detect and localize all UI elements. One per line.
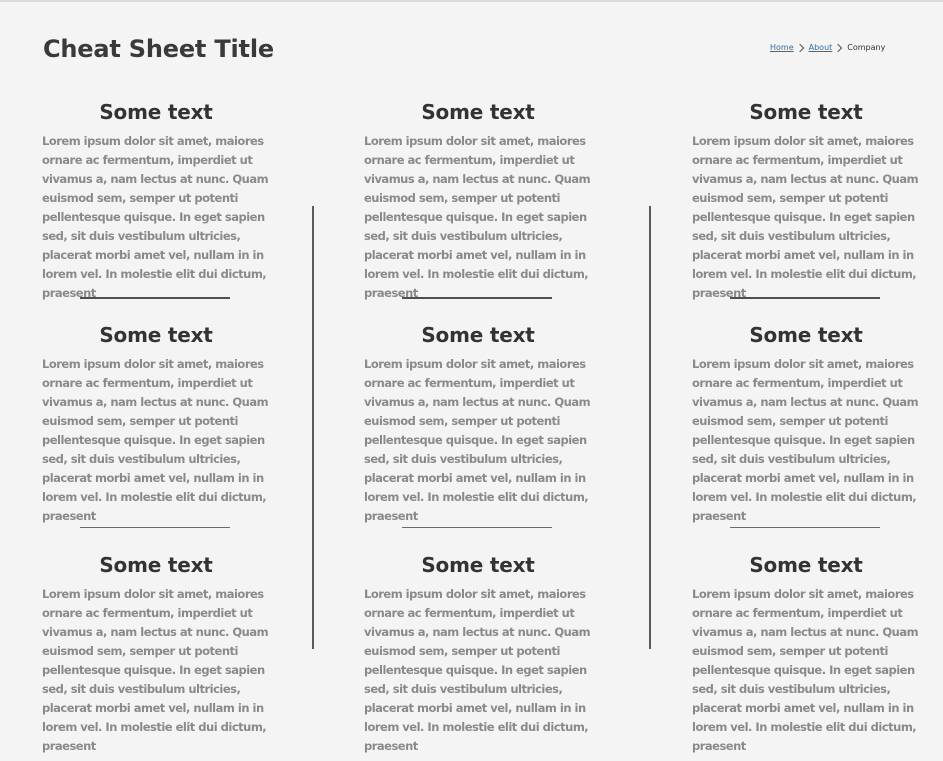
section-body: Lorem ipsum dolor sit amet, maiores orna… xyxy=(364,134,591,300)
breadcrumb-link-home[interactable]: Home xyxy=(770,42,794,54)
section-body: Lorem ipsum dolor sit amet, maiores orna… xyxy=(364,587,591,753)
section-heading: Some text xyxy=(421,323,535,347)
section-heading: Some text xyxy=(421,553,535,577)
column-divider xyxy=(649,206,651,649)
section-body: Lorem ipsum dolor sit amet, maiores orna… xyxy=(364,357,591,523)
section-card: Some text Lorem ipsum dolor sit amet, ma… xyxy=(364,552,592,756)
section-heading: Some text xyxy=(749,553,863,577)
section-body: Lorem ipsum dolor sit amet, maiores orna… xyxy=(42,134,269,300)
section-heading: Some text xyxy=(99,323,213,347)
section-card: Some text Lorem ipsum dolor sit amet, ma… xyxy=(42,322,270,526)
section-separator xyxy=(402,297,552,299)
section-card: Some text Lorem ipsum dolor sit amet, ma… xyxy=(364,322,592,526)
breadcrumb: Home About Company xyxy=(770,42,885,54)
breadcrumb-link-about[interactable]: About xyxy=(809,42,833,54)
cheat-sheet-page: Cheat Sheet Title Home About Company Som… xyxy=(0,0,943,761)
section-card: Some text Lorem ipsum dolor sit amet, ma… xyxy=(42,552,270,756)
chevron-right-icon xyxy=(795,43,804,53)
section-separator xyxy=(730,297,880,299)
section-body: Lorem ipsum dolor sit amet, maiores orna… xyxy=(692,587,919,753)
section-heading: Some text xyxy=(749,100,863,124)
section-body: Lorem ipsum dolor sit amet, maiores orna… xyxy=(692,134,919,300)
section-card: Some text Lorem ipsum dolor sit amet, ma… xyxy=(364,99,592,303)
column-divider xyxy=(312,206,314,649)
section-heading: Some text xyxy=(749,323,863,347)
section-body: Lorem ipsum dolor sit amet, maiores orna… xyxy=(692,357,919,523)
section-heading: Some text xyxy=(421,100,535,124)
breadcrumb-current: Company xyxy=(847,43,886,52)
section-card: Some text Lorem ipsum dolor sit amet, ma… xyxy=(692,99,920,303)
section-body: Lorem ipsum dolor sit amet, maiores orna… xyxy=(42,587,269,753)
section-card: Some text Lorem ipsum dolor sit amet, ma… xyxy=(42,99,270,303)
section-separator xyxy=(402,527,552,528)
section-separator xyxy=(80,297,230,299)
top-border xyxy=(0,0,943,2)
section-separator xyxy=(730,527,880,528)
section-separator xyxy=(80,527,230,528)
section-heading: Some text xyxy=(99,553,213,577)
section-card: Some text Lorem ipsum dolor sit amet, ma… xyxy=(692,322,920,526)
section-body: Lorem ipsum dolor sit amet, maiores orna… xyxy=(42,357,269,523)
section-heading: Some text xyxy=(99,100,213,124)
page-title: Cheat Sheet Title xyxy=(43,35,274,63)
section-card: Some text Lorem ipsum dolor sit amet, ma… xyxy=(692,552,920,756)
chevron-right-icon xyxy=(834,43,843,53)
